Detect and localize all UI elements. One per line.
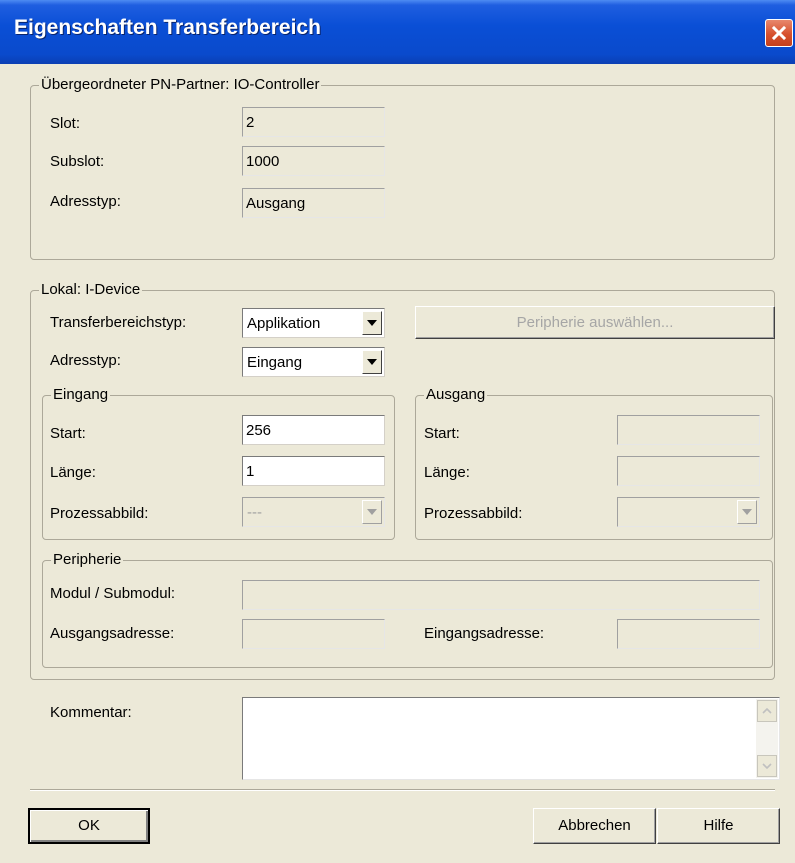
partner-adresstyp-field: Ausgang (242, 188, 385, 218)
peripherie-group: Peripherie (42, 551, 773, 668)
window-title: Eigenschaften Transferbereich (14, 16, 321, 39)
chevron-down-icon (362, 500, 382, 524)
ausgangsadresse-field (242, 619, 385, 649)
peripherie-group-legend: Peripherie (51, 551, 124, 569)
transfer-type-value: Applikation (247, 315, 321, 332)
ausgang-prozessabbild-label: Prozessabbild: (424, 505, 523, 522)
eingang-prozessabbild-label: Prozessabbild: (50, 505, 149, 522)
help-button[interactable]: Hilfe (657, 808, 780, 844)
subslot-label: Subslot: (50, 153, 105, 170)
partner-group: Übergeordneter PN-Partner: IO-Controller (30, 76, 775, 260)
subslot-field: 1000 (242, 146, 385, 176)
partner-group-legend: Übergeordneter PN-Partner: IO-Controller (39, 76, 322, 94)
transfer-type-label: Transferbereichstyp: (50, 314, 187, 331)
eingang-prozessabbild-value: --- (247, 504, 262, 521)
local-adresstyp-value: Eingang (247, 354, 303, 371)
local-adresstyp-select[interactable]: Eingang (242, 347, 385, 377)
ausgang-laenge-field (617, 456, 760, 486)
slot-field: 2 (242, 107, 385, 137)
eingangsadresse-field (617, 619, 760, 649)
cancel-button[interactable]: Abbrechen (533, 808, 656, 844)
transfer-type-select[interactable]: Applikation (242, 308, 385, 338)
title-bar: Eigenschaften Transferbereich (0, 0, 795, 64)
close-icon (771, 25, 787, 41)
footer-separator (30, 789, 775, 791)
eingang-group-legend: Eingang (51, 386, 111, 404)
ausgangsadresse-label: Ausgangsadresse: (50, 625, 175, 642)
local-group-legend: Lokal: I-Device (39, 281, 143, 299)
eingang-start-label: Start: (50, 425, 86, 442)
local-adresstyp-label: Adresstyp: (50, 352, 121, 369)
eingang-laenge-label: Länge: (50, 464, 96, 481)
slot-label: Slot: (50, 115, 81, 132)
close-button[interactable] (765, 19, 793, 47)
ok-button[interactable]: OK (28, 808, 150, 844)
scroll-down-icon[interactable] (757, 755, 777, 777)
partner-adresstyp-label: Adresstyp: (50, 193, 121, 210)
kommentar-label: Kommentar: (50, 704, 132, 721)
chevron-down-icon[interactable] (362, 350, 382, 374)
ausgang-start-label: Start: (424, 425, 460, 442)
scroll-up-icon[interactable] (757, 700, 777, 722)
kommentar-scrollbar[interactable] (756, 699, 778, 778)
peripherie-auswaehlen-button[interactable]: Peripherie auswählen... (415, 306, 775, 339)
ausgang-group-legend: Ausgang (424, 386, 488, 404)
kommentar-textarea[interactable] (242, 697, 780, 780)
modul-submodul-label: Modul / Submodul: (50, 585, 176, 602)
chevron-down-icon (737, 500, 757, 524)
chevron-down-icon[interactable] (362, 311, 382, 335)
eingang-laenge-input[interactable]: 1 (242, 456, 385, 486)
eingangsadresse-label: Eingangsadresse: (424, 625, 545, 642)
eingang-prozessabbild-select: --- (242, 497, 385, 527)
eingang-start-input[interactable]: 256 (242, 415, 385, 445)
ausgang-prozessabbild-select (617, 497, 760, 527)
ausgang-laenge-label: Länge: (424, 464, 470, 481)
ausgang-start-field (617, 415, 760, 445)
modul-submodul-field (242, 580, 760, 610)
